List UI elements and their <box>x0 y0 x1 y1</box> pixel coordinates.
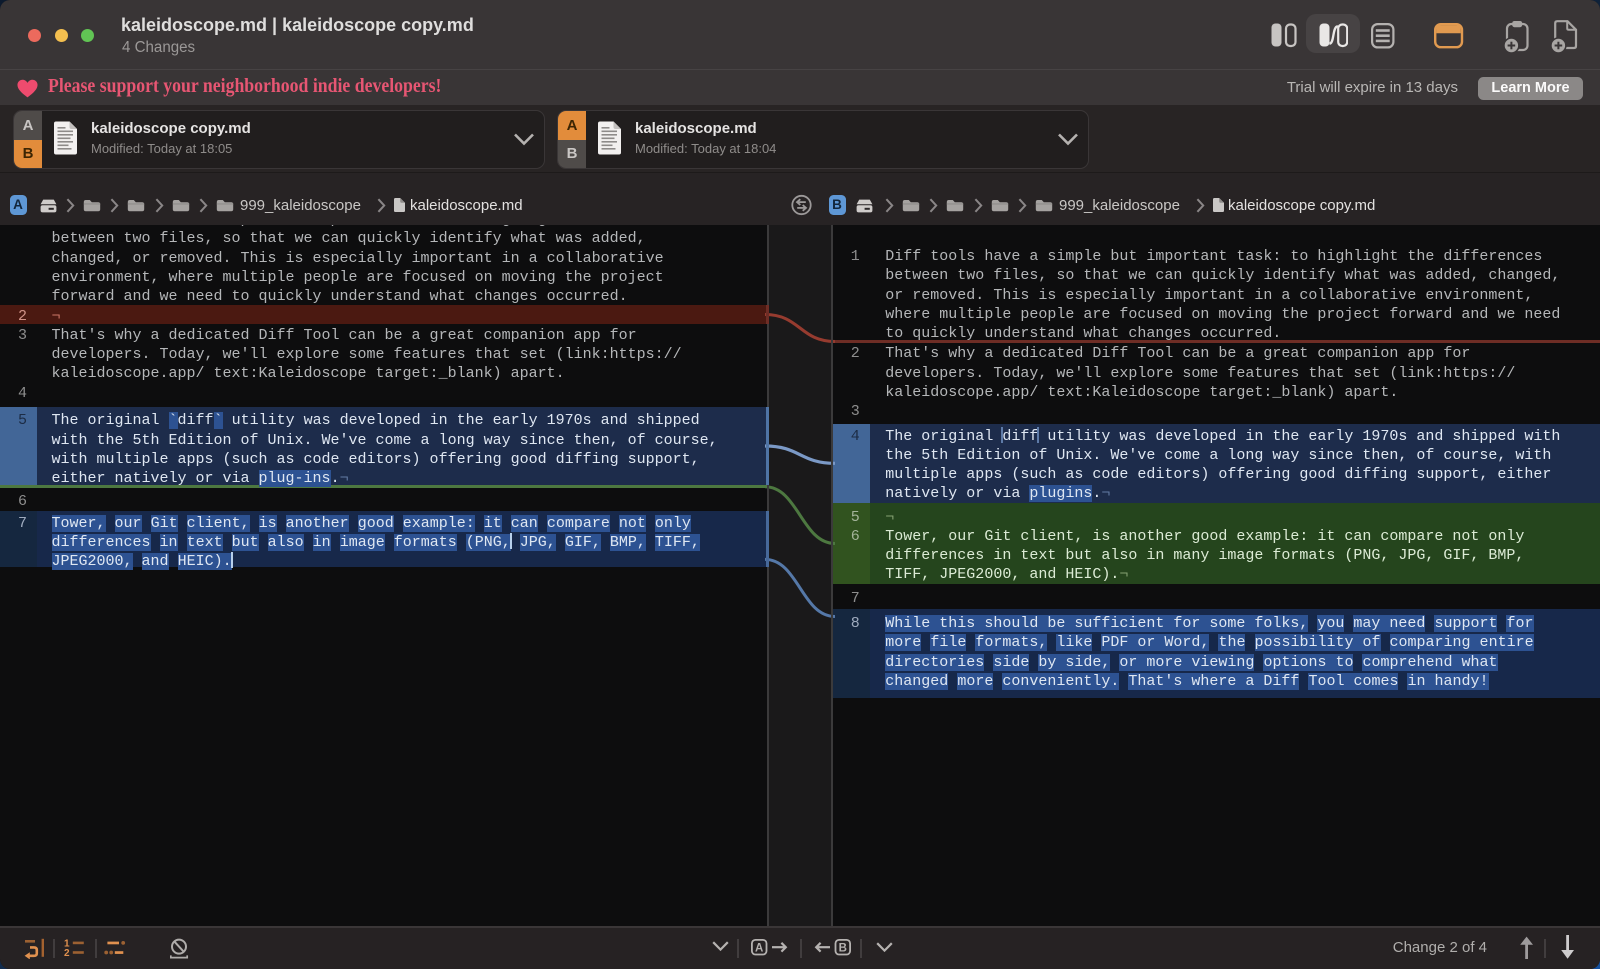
svg-text:B: B <box>839 942 847 954</box>
svg-text:2: 2 <box>64 948 70 957</box>
svg-text:A: A <box>755 942 763 954</box>
